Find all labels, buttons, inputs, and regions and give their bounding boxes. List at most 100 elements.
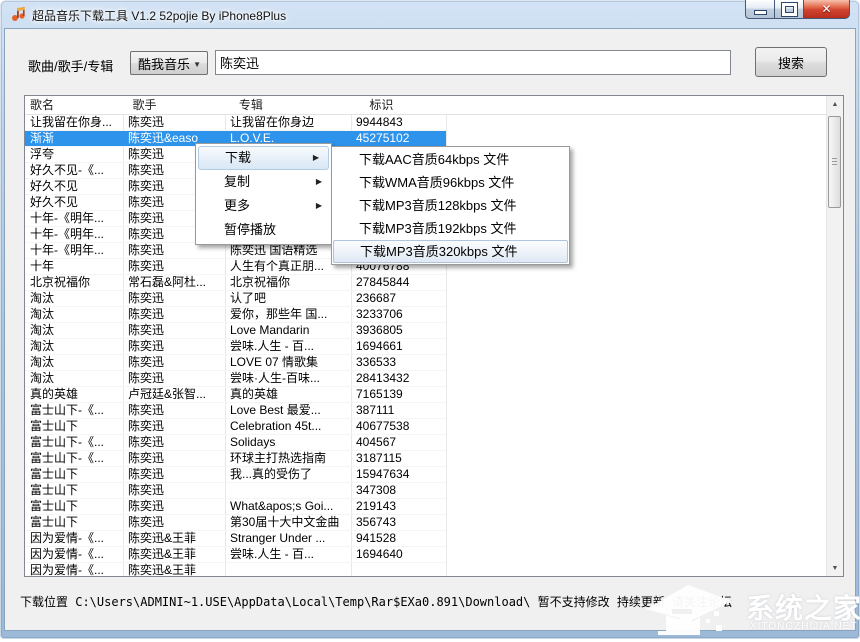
table-row[interactable]: 北京祝福你常石磊&阿杜...北京祝福你27845844 (25, 275, 446, 291)
cell-artist: 陈奕迅 (123, 355, 225, 370)
maximize-icon (782, 3, 797, 16)
cell-song: 北京祝福你 (25, 275, 123, 290)
context-menu-item[interactable]: 暂停播放 (196, 218, 331, 242)
table-row[interactable]: 因为爱情-《...陈奕迅&王菲Stranger Under ...941528 (25, 531, 446, 547)
cell-artist: 陈奕迅 (123, 451, 225, 466)
cell-artist: 陈奕迅 (123, 515, 225, 530)
submenu-item[interactable]: 下载WMA音质96kbps 文件 (332, 171, 569, 194)
table-row[interactable]: 淘汰陈奕迅Love Mandarin3936805 (25, 323, 446, 339)
submenu-item[interactable]: 下载MP3音质192kbps 文件 (332, 217, 569, 240)
cell-id: 45275102 (351, 131, 446, 146)
cell-song: 富士山下-《... (25, 451, 123, 466)
cell-song: 淘汰 (25, 323, 123, 338)
cell-artist: 陈奕迅 (123, 291, 225, 306)
cell-album: 第30届十大中文金曲 (225, 515, 351, 530)
cell-id: 404567 (351, 435, 446, 450)
scrollbar-thumb[interactable] (828, 116, 841, 208)
search-button[interactable]: 搜索 (755, 47, 827, 77)
column-header-song[interactable]: 歌名 (25, 96, 123, 114)
music-source-value: 酷我音乐 (138, 54, 190, 73)
submenu-arrow-icon: ▶ (316, 194, 322, 218)
cell-id: 3187115 (351, 451, 446, 466)
cell-id: 3233706 (351, 307, 446, 322)
column-header-album[interactable]: 专辑 (234, 96, 360, 114)
table-row[interactable]: 淘汰陈奕迅认了吧236687 (25, 291, 446, 307)
context-menu-item[interactable]: 更多▶ (196, 194, 331, 218)
minimize-button[interactable] (745, 0, 775, 19)
search-input[interactable] (215, 50, 731, 75)
chevron-down-icon: ▼ (193, 60, 201, 69)
submenu-item[interactable]: 下载MP3音质320kbps 文件 (333, 240, 568, 263)
table-row[interactable]: 淘汰陈奕迅LOVE 07 情歌集336533 (25, 355, 446, 371)
cell-song: 浮夸 (25, 147, 123, 162)
cell-album: Stranger Under ... (225, 531, 351, 546)
cell-id: 28413432 (351, 371, 446, 386)
music-source-dropdown[interactable]: 酷我音乐 ▼ (130, 51, 208, 75)
cell-artist: 陈奕迅 (123, 467, 225, 482)
cell-artist: 常石磊&阿杜... (123, 275, 225, 290)
scroll-up-icon[interactable]: ▲ (827, 96, 843, 112)
table-row[interactable]: 真的英雄卢冠廷&张智...真的英雄7165139 (25, 387, 446, 403)
cell-artist: 陈奕迅 (123, 323, 225, 338)
vertical-scrollbar[interactable]: ▲ ▼ (826, 96, 843, 576)
table-row[interactable]: 淘汰陈奕迅爱你，那些年 国...3233706 (25, 307, 446, 323)
table-row[interactable]: 让我留在你身...陈奕迅让我留在你身边9944843 (25, 115, 446, 131)
cell-album: 让我留在你身边 (225, 115, 351, 130)
submenu-arrow-icon: ▶ (313, 147, 319, 169)
table-row[interactable]: 富士山下陈奕迅我...真的受伤了15947634 (25, 467, 446, 483)
cell-album: 环球主打热选指南 (225, 451, 351, 466)
cell-album: 尝味.人生 - 百... (225, 339, 351, 354)
cell-id (351, 563, 446, 576)
cell-song: 富士山下 (25, 419, 123, 434)
house-logo-icon (636, 579, 746, 642)
table-row[interactable]: 富士山下陈奕迅Celebration 45t...40677538 (25, 419, 446, 435)
column-header-artist[interactable]: 歌手 (127, 96, 229, 114)
table-row[interactable]: 富士山下陈奕迅347308 (25, 483, 446, 499)
cell-album: Celebration 45t... (225, 419, 351, 434)
cell-id: 27845844 (351, 275, 446, 290)
cell-song: 好久不见 (25, 195, 123, 210)
cell-artist: 陈奕迅 (123, 419, 225, 434)
table-row[interactable]: 淘汰陈奕迅尝味.人生 - 百...1694661 (25, 339, 446, 355)
cell-id: 9944843 (351, 115, 446, 130)
maximize-button[interactable] (775, 0, 804, 19)
cell-album: 认了吧 (225, 291, 351, 306)
cell-id: 219143 (351, 499, 446, 514)
scroll-down-icon[interactable]: ▼ (827, 560, 843, 576)
cell-song: 十年 (25, 259, 123, 274)
cell-song: 因为爱情-《... (25, 547, 123, 562)
table-row[interactable]: 因为爱情-《...陈奕迅&王菲 (25, 563, 446, 576)
table-row[interactable]: 富士山下-《...陈奕迅Solidays404567 (25, 435, 446, 451)
cell-song: 渐渐 (25, 131, 123, 146)
cell-artist: 陈奕迅 (123, 499, 225, 514)
cell-song: 十年-《明年... (25, 211, 123, 226)
close-button[interactable]: ✕ (804, 0, 850, 19)
cell-song: 富士山下 (25, 515, 123, 530)
table-row[interactable]: 富士山下陈奕迅第30届十大中文金曲356743 (25, 515, 446, 531)
table-row[interactable]: 富士山下-《...陈奕迅环球主打热选指南3187115 (25, 451, 446, 467)
cell-album: LOVE 07 情歌集 (225, 355, 351, 370)
title-bar[interactable]: 超品音乐下载工具 V1.2 52pojie By iPhone8Plus ✕ (0, 0, 860, 28)
search-field-label: 歌曲/歌手/专辑 (28, 56, 113, 75)
cell-song: 淘汰 (25, 339, 123, 354)
submenu-item[interactable]: 下载AAC音质64kbps 文件 (332, 148, 569, 171)
cell-song: 好久不见 (25, 179, 123, 194)
cell-album: 爱你，那些年 国... (225, 307, 351, 322)
cell-song: 淘汰 (25, 371, 123, 386)
minimize-icon (754, 10, 767, 15)
context-menu-item[interactable]: 复制▶ (196, 170, 331, 194)
cell-song: 好久不见-《... (25, 163, 123, 178)
submenu-item[interactable]: 下载MP3音质128kbps 文件 (332, 194, 569, 217)
cell-artist: 陈奕迅 (123, 243, 225, 258)
context-menu-item[interactable]: 下载▶ (198, 146, 329, 170)
cell-artist: 陈奕迅 (123, 435, 225, 450)
cell-album: 尝味.人生 - 百... (225, 547, 351, 562)
table-row[interactable]: 富士山下陈奕迅What&apos;s Goi...219143 (25, 499, 446, 515)
table-row[interactable]: 富士山下-《...陈奕迅Love Best 最爱...387111 (25, 403, 446, 419)
table-row[interactable]: 淘汰陈奕迅尝味·人生-百味...28413432 (25, 371, 446, 387)
close-icon: ✕ (821, 3, 831, 15)
column-header-id[interactable]: 标识 (364, 96, 459, 114)
table-row[interactable]: 因为爱情-《...陈奕迅&王菲尝味.人生 - 百...1694640 (25, 547, 446, 563)
cell-artist: 陈奕迅 (123, 115, 225, 130)
cell-song: 富士山下 (25, 483, 123, 498)
